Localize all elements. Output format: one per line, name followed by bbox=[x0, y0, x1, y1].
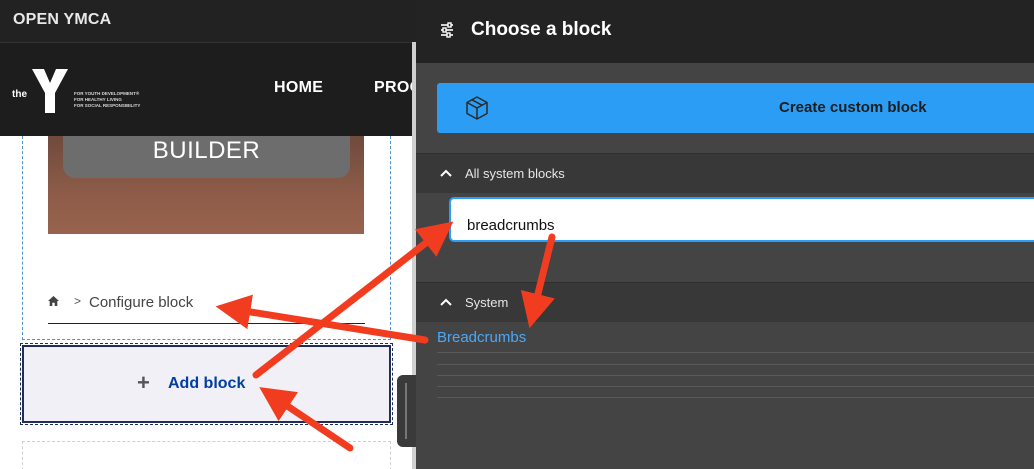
add-block-button[interactable]: + Add block bbox=[20, 343, 393, 425]
admin-toolbar: OPEN YMCA bbox=[0, 0, 416, 42]
settings-sliders-icon bbox=[441, 22, 453, 38]
logo-tagline: FOR YOUTH DEVELOPMENT® FOR HEALTHY LIVIN… bbox=[74, 91, 141, 108]
breadcrumb: > Configure block bbox=[48, 293, 365, 324]
logo-the-text: the bbox=[12, 89, 27, 100]
chevron-up-icon bbox=[440, 169, 452, 177]
handle-grip bbox=[405, 383, 407, 439]
site-header: the FOR YOUTH DEVELOPMENT® FOR HEALTHY L… bbox=[0, 42, 416, 136]
create-custom-block-button[interactable]: Create custom block bbox=[437, 83, 1034, 133]
system-category-toggle[interactable]: System bbox=[416, 282, 1034, 322]
system-category-label: System bbox=[465, 295, 509, 310]
breadcrumb-separator: > bbox=[74, 294, 82, 308]
resize-handle[interactable] bbox=[397, 375, 416, 447]
site-name[interactable]: OPEN YMCA bbox=[13, 11, 111, 29]
all-system-blocks-toggle[interactable]: All system blocks bbox=[416, 153, 1034, 193]
cube-block-icon bbox=[466, 96, 488, 120]
list-divider bbox=[437, 375, 1034, 376]
nav-home[interactable]: HOME bbox=[274, 79, 323, 97]
breadcrumb-current: Configure block bbox=[89, 294, 194, 311]
site-preview: OPEN YMCA the FOR YOUTH DEVELOPMENT® FOR… bbox=[0, 0, 416, 469]
list-divider bbox=[437, 364, 1034, 365]
home-icon[interactable] bbox=[48, 296, 59, 306]
list-divider bbox=[437, 386, 1034, 387]
block-search-input[interactable] bbox=[449, 197, 1034, 242]
screen: OPEN YMCA the FOR YOUTH DEVELOPMENT® FOR… bbox=[0, 0, 1034, 469]
panel-header: Choose a block bbox=[416, 0, 1034, 63]
create-custom-block-label: Create custom block bbox=[779, 99, 927, 116]
hero-button[interactable]: BUILDER bbox=[63, 136, 350, 178]
block-link-breadcrumbs[interactable]: Breadcrumbs bbox=[437, 329, 526, 346]
next-section-outline bbox=[22, 441, 391, 469]
choose-block-panel: Choose a block Create custom block All s… bbox=[416, 0, 1034, 469]
hero-button-label: BUILDER bbox=[152, 137, 261, 164]
hero-image: BUILDER bbox=[48, 136, 364, 234]
panel-title: Choose a block bbox=[471, 19, 612, 40]
all-system-blocks-label: All system blocks bbox=[465, 166, 565, 181]
nav-programs[interactable]: PROG bbox=[374, 79, 416, 97]
chevron-up-icon bbox=[440, 298, 452, 306]
ymca-y-icon bbox=[32, 69, 68, 113]
ymca-logo[interactable]: the FOR YOUTH DEVELOPMENT® FOR HEALTHY L… bbox=[10, 67, 150, 115]
list-divider bbox=[437, 352, 1034, 353]
add-block-label: Add block bbox=[168, 375, 246, 392]
plus-icon: + bbox=[137, 370, 150, 395]
list-divider bbox=[437, 397, 1034, 398]
